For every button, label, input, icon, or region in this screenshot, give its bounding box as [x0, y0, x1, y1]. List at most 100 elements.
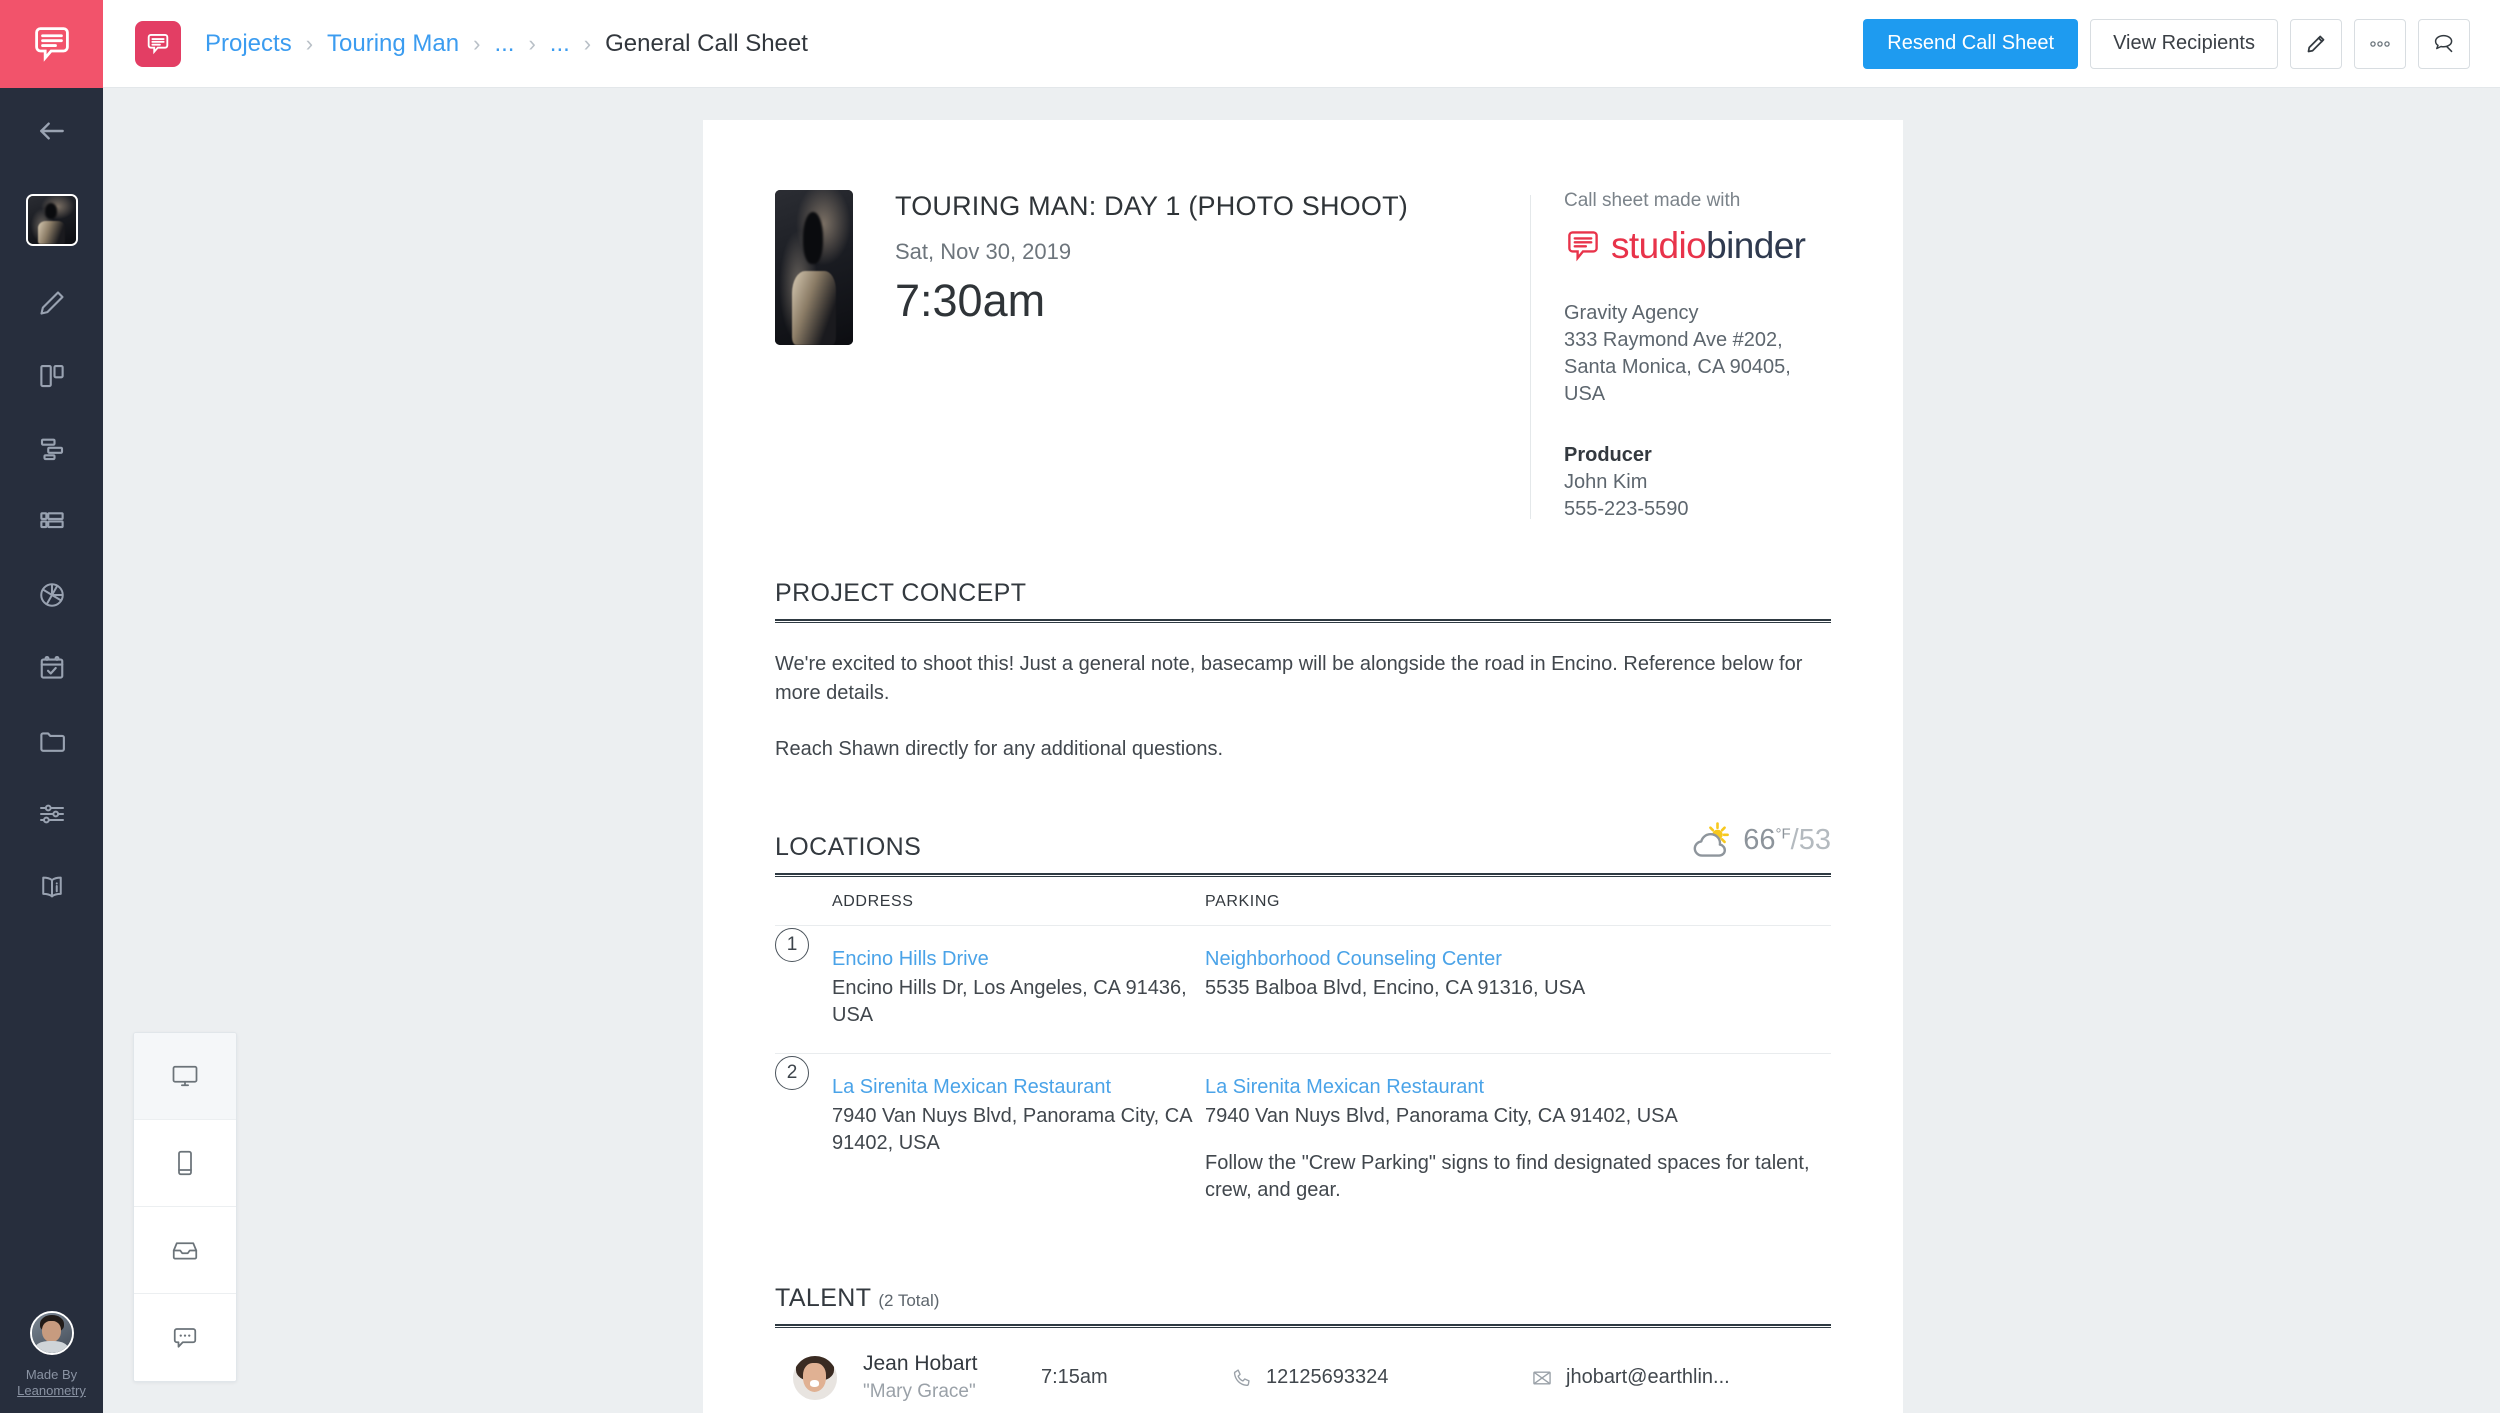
producer-label: Producer	[1564, 444, 1652, 466]
breadcrumb-item-touring-man[interactable]: Touring Man	[327, 30, 459, 58]
breadcrumb-separator: ›	[528, 30, 536, 56]
talent-count: (2 Total)	[878, 1291, 940, 1310]
studiobinder-speech-bubble-icon	[34, 27, 69, 62]
more-dots-icon	[2370, 40, 2390, 47]
sidebar-item-help[interactable]	[0, 850, 103, 923]
brand-first: studio	[1611, 225, 1707, 266]
table-header-row: ADDRESS PARKING	[775, 877, 1831, 926]
sidebar-item-settings[interactable]	[0, 777, 103, 850]
gantt-chart-icon	[40, 438, 63, 460]
aperture-icon	[39, 582, 64, 607]
breadcrumb-item-ellipsis-1[interactable]: ...	[494, 30, 514, 58]
section-project-concept: PROJECT CONCEPT We're excited to shoot t…	[775, 579, 1831, 764]
agency-block: Gravity Agency 333 Raymond Ave #202, San…	[1564, 300, 1831, 408]
app-logo[interactable]	[0, 0, 103, 88]
resend-call-sheet-button[interactable]: Resend Call Sheet	[1863, 18, 2079, 69]
weather-separator: /	[1790, 823, 1799, 856]
view-comments[interactable]	[134, 1294, 236, 1381]
talent-table: Jean Hobart "Mary Grace" 7:15am 12125693…	[775, 1328, 1831, 1413]
brand-second: binder	[1706, 225, 1806, 266]
pencil-icon	[39, 290, 64, 315]
talent-call-time: 7:15am	[1041, 1328, 1231, 1413]
sidebar-item-files[interactable]	[0, 704, 103, 777]
table-row: Jean Hobart "Mary Grace" 7:15am 12125693…	[775, 1328, 1831, 1413]
location-address-link[interactable]: La Sirenita Mexican Restaurant	[832, 1076, 1111, 1099]
location-parking-detail: 5535 Balboa Blvd, Encino, CA 91316, USA	[1205, 977, 1586, 999]
folder-icon	[39, 731, 65, 752]
sidebar-item-script[interactable]	[0, 266, 103, 339]
location-parking-link[interactable]: Neighborhood Counseling Center	[1205, 948, 1502, 971]
avatar	[793, 1355, 837, 1400]
avatar[interactable]	[29, 1311, 74, 1355]
location-number: 1	[775, 928, 809, 962]
more-options-button[interactable]	[2354, 18, 2406, 69]
section-header: TALENT (2 Total)	[775, 1284, 1831, 1324]
sidebar-item-shotlist[interactable]	[0, 485, 103, 558]
table-row: 1 Encino Hills Drive Encino Hills Dr, Lo…	[775, 925, 1831, 1054]
weather-high: 66	[1743, 823, 1776, 856]
talent-phone[interactable]: 12125693324	[1266, 1366, 1388, 1389]
location-address-link[interactable]: Encino Hills Drive	[832, 948, 989, 971]
call-sheet-document: TOURING MAN: DAY 1 (PHOTO SHOOT) Sat, No…	[703, 120, 1903, 1413]
list-rows-icon	[39, 511, 64, 528]
talent-email[interactable]: jhobart@earthlin...	[1566, 1366, 1730, 1389]
general-call-time: 7:30am	[895, 275, 1046, 326]
call-sheet-poster-thumbnail	[775, 190, 853, 345]
section-header: PROJECT CONCEPT	[775, 579, 1831, 619]
breadcrumb-separator: ›	[305, 30, 314, 56]
made-with-label: Call sheet made with	[1564, 190, 1741, 211]
view-recipients-button[interactable]: View Recipients	[2090, 18, 2278, 69]
location-address-detail: 7940 Van Nuys Blvd, Panorama City, CA 91…	[832, 1105, 1192, 1154]
view-email[interactable]	[134, 1207, 236, 1294]
talent-name: Jean Hobart	[863, 1352, 978, 1375]
view-mode-switcher	[133, 1032, 237, 1382]
project-thumbnail	[25, 194, 78, 246]
view-desktop[interactable]	[134, 1033, 236, 1120]
board-columns-icon	[39, 364, 64, 387]
breadcrumb-app-tile[interactable]	[135, 20, 181, 67]
breadcrumb-item-current: General Call Sheet	[605, 29, 808, 57]
sidebar-project-thumbnail[interactable]	[0, 174, 103, 266]
sidebar-item-storyboard[interactable]	[0, 339, 103, 412]
comments-button[interactable]	[2418, 18, 2470, 69]
breadcrumb-item-ellipsis-2[interactable]: ...	[550, 30, 570, 58]
weather-temperature: 66°F/53	[1743, 824, 1831, 857]
weather-widget: 66°F/53	[1690, 820, 1831, 862]
concept-paragraph-1: We're excited to shoot this! Just a gene…	[775, 653, 1803, 704]
sidebar-item-calendar[interactable]	[0, 631, 103, 704]
calendar-check-icon	[40, 655, 63, 679]
location-parking-note: Follow the "Crew Parking" signs to find …	[1205, 1152, 1810, 1201]
envelope-icon	[1533, 1370, 1551, 1385]
location-parking-link[interactable]: La Sirenita Mexican Restaurant	[1205, 1076, 1484, 1099]
back-button[interactable]	[0, 88, 103, 174]
credit-link[interactable]: Leanometry	[0, 1383, 103, 1399]
sidebar-item-shooting[interactable]	[0, 558, 103, 631]
credit-prefix: Made By	[25, 1367, 78, 1382]
view-mobile[interactable]	[134, 1120, 236, 1207]
agency-name: Gravity Agency	[1564, 302, 1699, 324]
phone-icon	[1233, 1368, 1250, 1386]
producer-block: Producer John Kim 555-223-5590	[1564, 442, 1831, 523]
studiobinder-speech-bubble-icon	[1568, 231, 1598, 262]
comment-dots-icon	[173, 1327, 197, 1348]
agency-address: 333 Raymond Ave #202, Santa Monica, CA 9…	[1564, 329, 1791, 405]
column-header-address: ADDRESS	[775, 877, 1205, 926]
top-bar: Projects › Touring Man › ... › ... › Gen…	[103, 0, 2500, 88]
breadcrumb-item-projects[interactable]: Projects	[205, 30, 292, 58]
producer-name: John Kim	[1564, 471, 1648, 493]
topbar-actions: Resend Call Sheet View Recipients	[1863, 18, 2470, 69]
edit-button[interactable]	[2290, 18, 2342, 69]
table-row: 2 La Sirenita Mexican Restaurant 7940 Va…	[775, 1054, 1831, 1229]
shoot-date: Sat, Nov 30, 2019	[895, 239, 1072, 264]
breadcrumb-separator: ›	[583, 30, 592, 56]
location-parking-detail: 7940 Van Nuys Blvd, Panorama City, CA 91…	[1205, 1105, 1678, 1127]
studiobinder-logo: studiobinder	[1564, 226, 1831, 266]
producer-phone: 555-223-5590	[1564, 498, 1689, 520]
section-talent: TALENT (2 Total) Jean Hobart "Mary Grace…	[775, 1284, 1831, 1413]
back-arrow-icon	[39, 122, 64, 140]
sidebar-item-schedule[interactable]	[0, 412, 103, 485]
section-title-text: TALENT	[775, 1284, 871, 1312]
section-title: LOCATIONS	[775, 833, 922, 861]
section-title: TALENT (2 Total)	[775, 1284, 939, 1313]
book-info-icon	[41, 876, 62, 897]
